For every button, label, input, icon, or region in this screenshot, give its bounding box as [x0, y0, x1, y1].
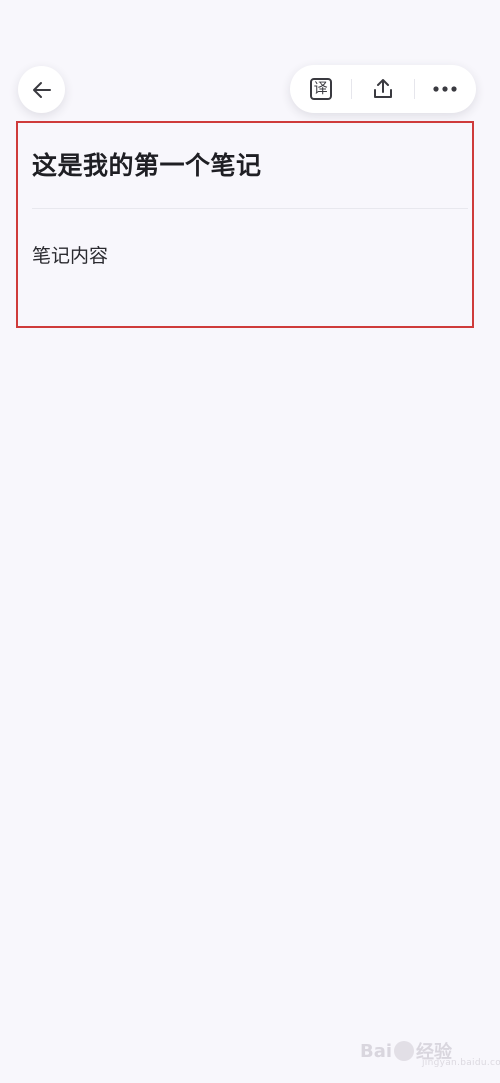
share-icon — [374, 79, 392, 98]
translate-icon: 译 — [309, 78, 332, 100]
back-button[interactable] — [18, 66, 65, 113]
watermark-url: jingyan.baidu.com — [422, 1058, 500, 1068]
paw-icon — [394, 1041, 415, 1061]
more-button[interactable] — [415, 65, 476, 113]
translate-button[interactable]: 译 — [290, 65, 351, 113]
top-toolbar: 译 — [0, 0, 500, 120]
note-title[interactable]: 这是我的第一个笔记 — [32, 146, 262, 182]
more-horizontal-icon — [433, 86, 457, 92]
action-toolbar: 译 — [290, 65, 476, 113]
watermark-brand-left: Bai — [360, 1040, 393, 1062]
share-button[interactable] — [352, 65, 413, 113]
arrow-left-icon — [32, 81, 51, 98]
title-divider — [32, 208, 468, 209]
note-body[interactable]: 笔记内容 — [32, 241, 108, 268]
watermark: Bai 经验 jingyan.baidu.com — [360, 1034, 500, 1069]
